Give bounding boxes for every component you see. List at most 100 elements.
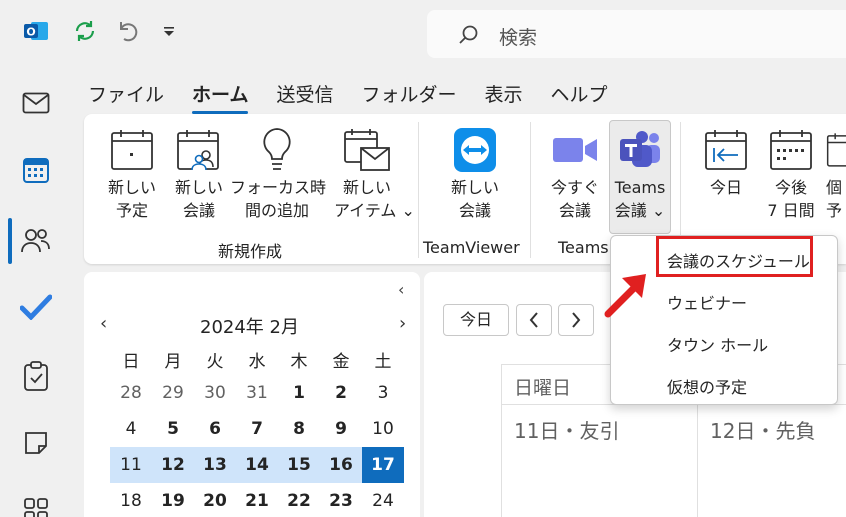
calendar-icon <box>826 133 846 167</box>
calendar-day[interactable]: 6 <box>194 411 236 447</box>
svg-text:O: O <box>26 26 35 39</box>
calendar-day[interactable]: 10 <box>362 411 404 447</box>
date-label-12: 12日・先負 <box>710 419 816 443</box>
calendar-day[interactable]: 2 <box>320 375 362 411</box>
calendar-day[interactable]: 21 <box>236 483 278 517</box>
teamviewer-new-meeting-button[interactable]: 新しい 会議 <box>442 124 508 222</box>
next-button[interactable] <box>558 304 594 336</box>
group-label-teams: Teams <box>558 238 609 257</box>
calendar-icon <box>111 130 153 170</box>
ribbon-separator <box>418 122 419 258</box>
video-camera-icon <box>553 138 597 162</box>
calendar-day[interactable]: 4 <box>110 411 152 447</box>
calendar-day[interactable]: 12 <box>152 447 194 483</box>
calendar-day[interactable]: 15 <box>278 447 320 483</box>
calendar-today-icon <box>705 130 747 170</box>
calendar-day[interactable]: 1 <box>278 375 320 411</box>
rail-people[interactable] <box>16 220 56 260</box>
todo-check-icon <box>20 294 52 320</box>
title-bar: O 検索 <box>0 0 846 70</box>
weekday-header: 木 <box>290 352 308 372</box>
calendar-day[interactable]: 22 <box>278 483 320 517</box>
personal-button[interactable]: 個 予 <box>826 124 846 222</box>
rail-mail[interactable] <box>16 83 56 123</box>
meet-now-button[interactable]: 今すぐ 会議 <box>544 124 606 222</box>
weekday-header: 日 <box>122 352 140 372</box>
undo-icon[interactable] <box>115 18 141 48</box>
go-today-button[interactable]: 今日 <box>443 304 509 336</box>
teams-logo-icon <box>620 131 660 167</box>
calendar-day[interactable]: 13 <box>194 447 236 483</box>
tab-view[interactable]: 表示 <box>484 80 522 108</box>
annotation-arrow-icon <box>604 274 646 318</box>
group-label-new: 新規作成 <box>218 242 283 261</box>
apps-grid-icon <box>24 498 48 517</box>
search-icon <box>457 24 479 50</box>
rail-apps[interactable] <box>16 490 56 517</box>
calendar-day[interactable]: 8 <box>278 411 320 447</box>
clipboard-icon <box>24 361 48 391</box>
customize-toolbar-icon[interactable] <box>162 24 176 43</box>
sync-icon[interactable] <box>72 18 98 48</box>
calendar-day[interactable]: 7 <box>236 411 278 447</box>
calendar-mail-icon <box>344 129 390 171</box>
tab-send-receive[interactable]: 送受信 <box>276 80 333 108</box>
calendar-day[interactable]: 14 <box>236 447 278 483</box>
calendar-day[interactable]: 31 <box>236 375 278 411</box>
annotation-highlight-box <box>656 236 813 277</box>
calendar-day[interactable]: 23 <box>320 483 362 517</box>
rail-calendar[interactable] <box>16 150 56 190</box>
calendar-day[interactable]: 30 <box>194 375 236 411</box>
menu-item-virtual-appointment[interactable]: 仮想の予定 <box>667 374 747 398</box>
calendar-day[interactable]: 16 <box>320 447 362 483</box>
day-of-week-header: 日曜日 <box>514 377 572 399</box>
rail-tasks[interactable] <box>16 356 56 396</box>
mini-calendar-title: 2024年 2月 <box>200 317 299 338</box>
calendar-day[interactable]: 3 <box>362 375 404 411</box>
tab-home[interactable]: ホーム <box>192 80 249 114</box>
add-focus-time-button[interactable]: フォーカス時 間の追加 <box>230 124 326 222</box>
calendar-day[interactable]: 9 <box>320 411 362 447</box>
calendar-day[interactable]: 29 <box>152 375 194 411</box>
chevron-right-icon <box>572 312 581 328</box>
new-appointment-button[interactable]: 新しい 予定 <box>102 124 162 222</box>
calendar-day[interactable]: 28 <box>110 375 152 411</box>
mail-icon <box>22 92 50 114</box>
calendar-day[interactable]: 5 <box>152 411 194 447</box>
today-button[interactable]: 今日 <box>698 124 754 199</box>
calendar-day[interactable]: 17 <box>362 447 404 483</box>
new-meeting-button[interactable]: 新しい 会議 <box>170 124 228 222</box>
rail-active-indicator <box>8 218 12 264</box>
calendar-day[interactable]: 24 <box>362 483 404 517</box>
calendar-day[interactable]: 11 <box>110 447 152 483</box>
weekday-header: 金 <box>332 352 350 372</box>
chevron-left-icon <box>529 312 538 328</box>
calendar-icon <box>23 158 49 183</box>
tab-file[interactable]: ファイル <box>88 80 164 108</box>
search-input[interactable]: 検索 <box>499 23 537 50</box>
teamviewer-icon <box>454 128 496 172</box>
calendar-day[interactable]: 19 <box>152 483 194 517</box>
tab-help[interactable]: ヘルプ <box>551 80 608 108</box>
search-box[interactable]: 検索 <box>427 10 846 58</box>
collapse-pane-icon[interactable]: ‹ <box>398 280 404 299</box>
next-7-days-button[interactable]: 今後 7 日間 <box>762 124 820 222</box>
rail-todo[interactable] <box>16 287 56 327</box>
teams-meeting-label-group[interactable]: Teams 会議 ⌄ <box>610 124 670 222</box>
outlook-logo-icon: O <box>23 18 49 48</box>
rail-notes[interactable] <box>16 423 56 463</box>
weekday-header: 月 <box>164 352 182 372</box>
new-items-button[interactable]: 新しい アイテム ⌄ <box>334 124 415 222</box>
previous-button[interactable] <box>516 304 552 336</box>
menu-item-webinar[interactable]: ウェビナー <box>667 290 747 314</box>
lightbulb-icon <box>263 128 291 170</box>
menu-item-town-hall[interactable]: タウン ホール <box>667 332 768 356</box>
calendar-day[interactable]: 20 <box>194 483 236 517</box>
group-label-teamviewer: TeamViewer <box>423 238 520 257</box>
next-month-icon[interactable]: › <box>399 313 406 334</box>
calendar-day[interactable]: 18 <box>110 483 152 517</box>
sticky-note-icon <box>25 432 47 454</box>
prev-month-icon[interactable]: ‹ <box>100 313 107 334</box>
tab-folder[interactable]: フォルダー <box>361 80 456 108</box>
calendar-people-icon <box>177 130 219 171</box>
